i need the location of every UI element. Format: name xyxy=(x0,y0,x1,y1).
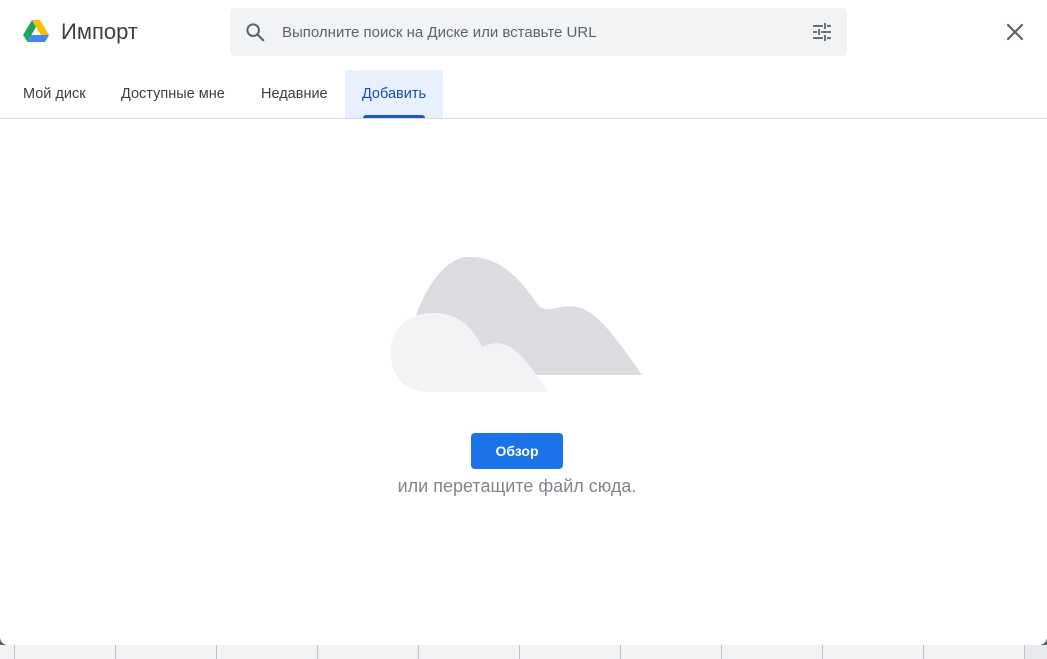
active-tab-indicator xyxy=(363,115,425,118)
search-bar[interactable] xyxy=(230,8,847,56)
tab-bar: Мой диск Доступные мне Недавние Добавить xyxy=(0,70,1047,119)
tab-my-drive[interactable]: Мой диск xyxy=(7,70,102,118)
google-drive-logo-icon xyxy=(23,20,49,42)
tab-upload[interactable]: Добавить xyxy=(345,70,443,118)
browse-button[interactable]: Обзор xyxy=(471,433,563,469)
close-icon[interactable] xyxy=(1004,21,1026,43)
tune-icon[interactable] xyxy=(812,22,832,42)
tab-shared-with-me[interactable]: Доступные мне xyxy=(105,70,241,118)
cloud-icon xyxy=(390,256,642,392)
tab-recent[interactable]: Недавние xyxy=(245,70,344,118)
import-dialog: Импорт Мой диск Доступные мне Недавние Д… xyxy=(0,0,1047,645)
drag-drop-hint: или перетащите файл сюда. xyxy=(397,476,637,496)
dialog-title: Импорт xyxy=(61,19,138,44)
search-icon[interactable] xyxy=(244,21,266,43)
tab-upload-label: Добавить xyxy=(361,86,427,102)
background-spreadsheet-grid xyxy=(0,645,1047,659)
search-input[interactable] xyxy=(282,18,782,46)
